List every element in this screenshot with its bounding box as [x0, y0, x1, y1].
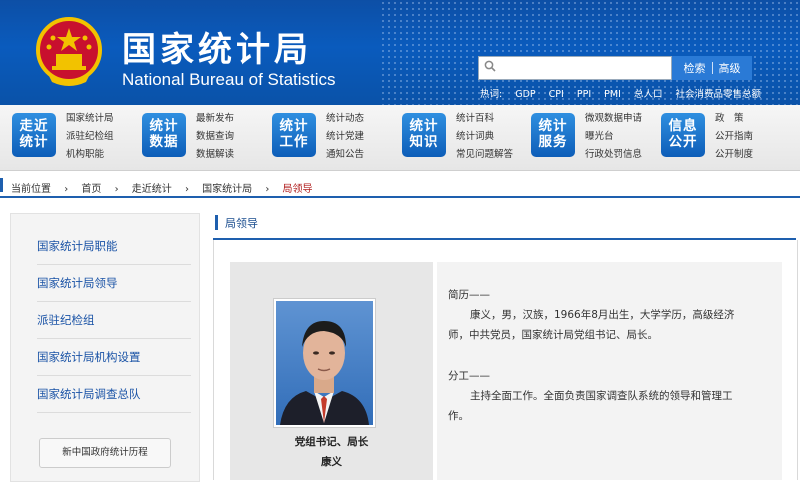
section-title: 局领导	[225, 217, 258, 230]
duty-line: 主持全面工作。全面负责国家调查队系统的领导和管理工	[470, 390, 733, 402]
nav-link[interactable]: 微观数据申请	[585, 110, 642, 128]
sidebar-item-functions[interactable]: 国家统计局职能	[37, 228, 191, 265]
portrait-image	[276, 301, 373, 425]
nav-link[interactable]: 曝光台	[585, 128, 642, 146]
nav-link[interactable]: 公开制度	[715, 146, 753, 164]
hot-word-link[interactable]: GDP	[515, 89, 535, 100]
nav-link[interactable]: 统计动态	[326, 110, 364, 128]
sidebar-item-discipline[interactable]: 派驻纪检组	[37, 302, 191, 339]
nav-link[interactable]: 公开指南	[715, 128, 753, 146]
duty-line: 作。	[448, 410, 469, 422]
portrait-photo	[273, 298, 376, 428]
nav-badge-disclosure[interactable]: 信息 公开	[661, 113, 705, 157]
sidebar-item-survey-office[interactable]: 国家统计局调查总队	[37, 376, 191, 413]
resume-line: 康义，男，汉族，1966年8月出生，大学学历，高级经济	[470, 309, 735, 321]
hot-word-link[interactable]: CPI	[549, 89, 564, 100]
main-nav: 走近 统计 国家统计局 派驻纪检组 机构职能 统计 数据 最新发布 数据查询 数…	[0, 105, 800, 171]
chevron-right-icon: ›	[64, 184, 69, 195]
search-icon	[484, 60, 496, 72]
hot-word-link[interactable]: PPI	[577, 89, 591, 100]
hot-word-link[interactable]: 社会消费品零售总额	[675, 89, 761, 100]
leader-position: 党组书记、局长	[294, 436, 369, 448]
nav-link[interactable]: 数据解读	[196, 146, 234, 164]
hot-words: 热词: GDP CPI PPI PMI 总人口 社会消费品零售总额	[480, 86, 771, 100]
leader-name: 康义	[321, 456, 342, 468]
advanced-search-button[interactable]: 高级	[713, 60, 747, 76]
resume-heading: 简历——	[448, 289, 490, 301]
nav-link[interactable]: 统计百科	[456, 110, 513, 128]
nav-link[interactable]: 派驻纪检组	[66, 128, 114, 146]
nav-link[interactable]: 常见问题解答	[456, 146, 513, 164]
resume-line: 师，中共党员，国家统计局党组书记、局长。	[448, 329, 658, 341]
hot-word-link[interactable]: PMI	[604, 89, 621, 100]
nav-link[interactable]: 机构职能	[66, 146, 114, 164]
search-button[interactable]: 检索	[678, 60, 712, 76]
nav-badge-data[interactable]: 统计 数据	[142, 113, 186, 157]
chevron-right-icon: ›	[184, 184, 189, 195]
search-input[interactable]	[478, 56, 672, 80]
sidebar-item-structure[interactable]: 国家统计局机构设置	[37, 339, 191, 376]
breadcrumb-current: 局领导	[282, 184, 313, 195]
nav-link[interactable]: 统计党建	[326, 128, 364, 146]
nav-badge-service[interactable]: 统计 服务	[531, 113, 575, 157]
hot-words-label: 热词:	[480, 89, 503, 100]
nav-badge-about[interactable]: 走近 统计	[12, 113, 56, 157]
sidebar: 国家统计局职能 国家统计局领导 派驻纪检组 国家统计局机构设置 国家统计局调查总…	[10, 213, 200, 482]
chevron-right-icon: ›	[265, 184, 270, 195]
nav-link[interactable]: 数据查询	[196, 128, 234, 146]
nav-badge-work[interactable]: 统计 工作	[272, 113, 316, 157]
breadcrumb-marker	[0, 178, 3, 192]
site-header: 国家统计局 National Bureau of Statistics 检索 高…	[0, 0, 800, 105]
sidebar-item-leaders[interactable]: 国家统计局领导	[37, 265, 191, 302]
chevron-right-icon: ›	[114, 184, 119, 195]
nav-link[interactable]: 政 策	[715, 110, 753, 128]
nav-link[interactable]: 统计词典	[456, 128, 513, 146]
site-title-cn: 国家统计局	[122, 30, 312, 70]
national-emblem-icon	[36, 17, 102, 86]
breadcrumb-home[interactable]: 首页	[81, 184, 101, 195]
history-button[interactable]: 新中国政府统计历程	[39, 438, 171, 468]
nav-link[interactable]: 最新发布	[196, 110, 234, 128]
breadcrumb-link[interactable]: 国家统计局	[202, 184, 252, 195]
breadcrumb: 当前位置 › 首页 › 走近统计 › 国家统计局 › 局领导	[0, 176, 800, 198]
site-title-en: National Bureau of Statistics	[122, 70, 336, 89]
hot-word-link[interactable]: 总人口	[634, 89, 663, 100]
nav-link[interactable]: 通知公告	[326, 146, 364, 164]
breadcrumb-label: 当前位置	[11, 184, 51, 195]
breadcrumb-link[interactable]: 走近统计	[132, 184, 172, 195]
duty-heading: 分工——	[448, 370, 490, 382]
nav-badge-knowledge[interactable]: 统计 知识	[402, 113, 446, 157]
search-button-group: 检索 高级	[672, 56, 752, 80]
section-marker	[215, 215, 218, 230]
section-header: 局领导	[213, 212, 796, 240]
nav-link[interactable]: 国家统计局	[66, 110, 114, 128]
nav-link[interactable]: 行政处罚信息	[585, 146, 642, 164]
